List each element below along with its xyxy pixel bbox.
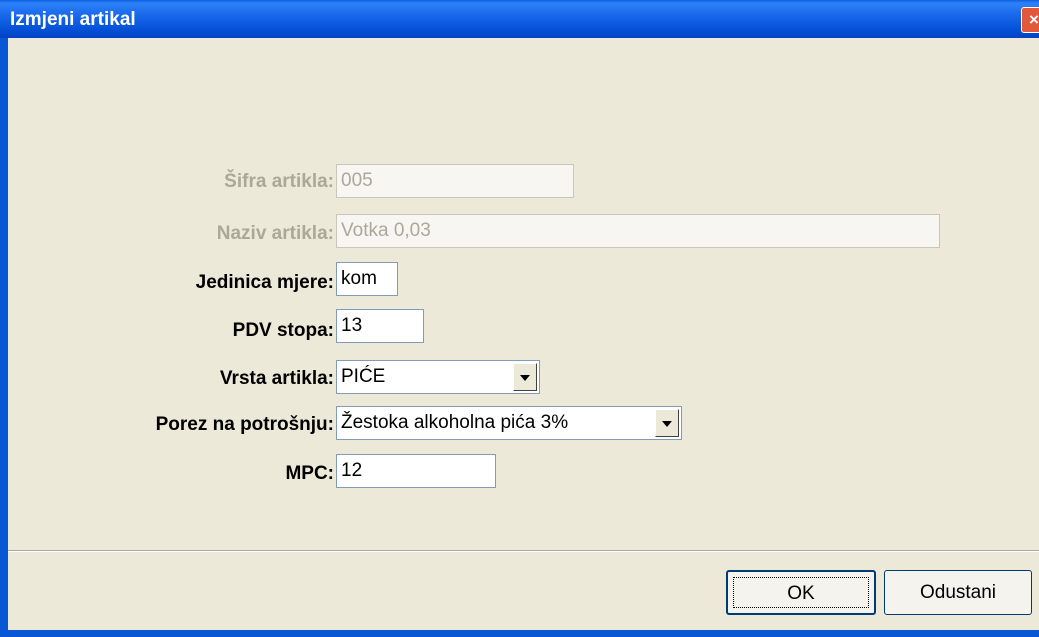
- porez-value: Žestoka alkoholna pića 3%: [341, 412, 569, 433]
- close-icon[interactable]: ×: [1021, 7, 1039, 33]
- chevron-down-icon[interactable]: [655, 409, 679, 437]
- divider-highlight: [8, 551, 1039, 552]
- window-frame-left: [0, 38, 8, 637]
- cancel-button-label: Odustani: [919, 582, 997, 603]
- pdv-label: PDV stopa:: [232, 320, 334, 341]
- chevron-down-icon[interactable]: [513, 363, 537, 391]
- porez-select[interactable]: Žestoka alkoholna pića 3%: [336, 406, 682, 440]
- naziv-label: Naziv artikla:: [216, 223, 334, 244]
- pdv-input[interactable]: 13: [336, 309, 424, 343]
- naziv-input[interactable]: Votka 0,03: [336, 214, 940, 248]
- mpc-label: MPC:: [285, 463, 334, 484]
- focus-rect: [733, 577, 869, 608]
- window-frame-bottom: [0, 630, 1039, 637]
- jedinica-input[interactable]: kom: [336, 262, 398, 296]
- vrsta-label: Vrsta artikla:: [219, 368, 334, 389]
- sifra-input[interactable]: 005: [336, 164, 574, 198]
- ok-button[interactable]: OK: [726, 570, 876, 615]
- vrsta-value: PIĆE: [341, 366, 386, 387]
- mpc-input[interactable]: 12: [336, 454, 496, 488]
- cancel-button[interactable]: Odustani: [884, 570, 1032, 615]
- jedinica-label: Jedinica mjere:: [195, 272, 334, 293]
- sifra-label: Šifra artikla:: [224, 171, 334, 192]
- title-bar[interactable]: Izmjeni artikal ×: [0, 0, 1039, 38]
- vrsta-select[interactable]: PIĆE: [336, 360, 540, 394]
- porez-label: Porez na potrošnju:: [155, 414, 334, 435]
- window-title: Izmjeni artikal: [10, 9, 136, 30]
- dialog-window: Izmjeni artikal × Šifra artikla: 005 Naz…: [0, 0, 1039, 637]
